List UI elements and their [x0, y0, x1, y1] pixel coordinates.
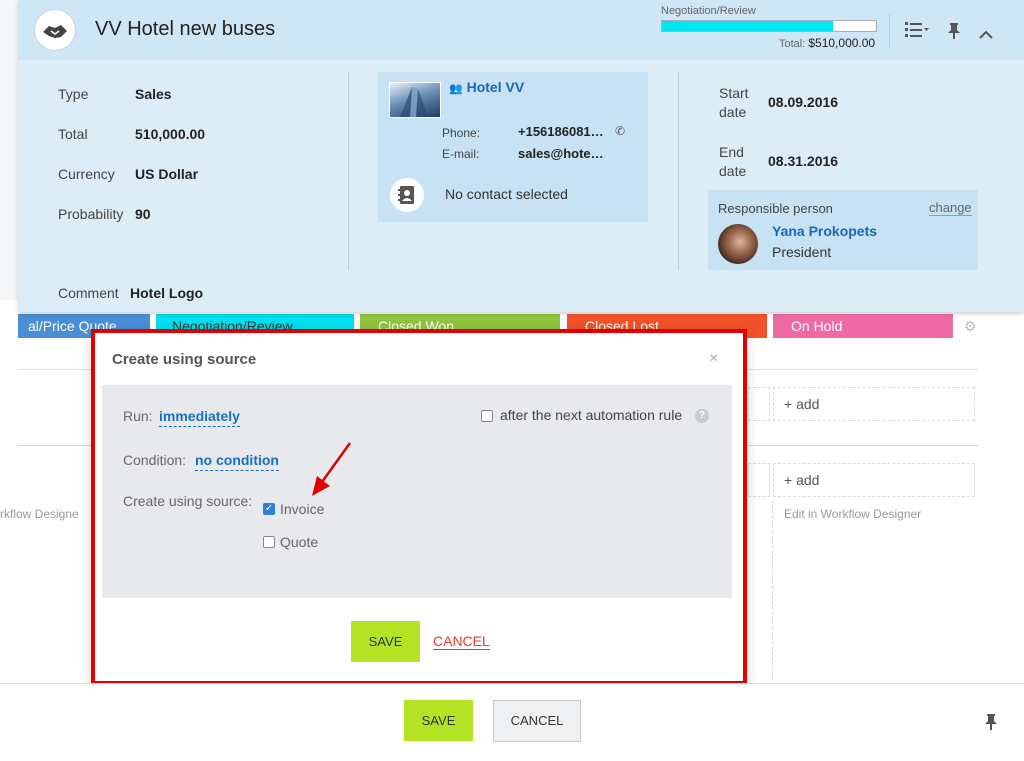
dialog-save-button[interactable]: SAVE: [351, 621, 420, 662]
condition-label: Condition:: [123, 452, 187, 468]
handshake-icon: [34, 9, 76, 51]
email-label: E-mail:: [442, 147, 480, 161]
probability-value: 90: [135, 206, 151, 222]
add-automation-button[interactable]: + add: [773, 387, 975, 421]
edit-in-workflow-designer-link[interactable]: rkflow Designe: [0, 507, 92, 521]
stage-progress-bar: [661, 20, 877, 32]
dialog-cancel-link[interactable]: CANCEL: [433, 633, 490, 650]
stage-settings-gear-icon[interactable]: ⚙: [964, 318, 977, 335]
divider: [889, 14, 890, 48]
current-stage-label: Negotiation/Review: [661, 5, 756, 17]
company-group-icon: 👥: [449, 83, 463, 95]
automation-slot: [748, 463, 770, 497]
start-date-label: Start date: [719, 85, 749, 120]
total-amount: $510,000.00: [808, 36, 876, 50]
condition-dropdown[interactable]: no condition: [195, 452, 279, 471]
type-value: Sales: [135, 86, 172, 102]
pin-icon[interactable]: [947, 22, 961, 45]
company-link[interactable]: 👥 Hotel VV: [449, 79, 524, 95]
footer-cancel-button[interactable]: CANCEL: [493, 700, 581, 742]
run-label: Run:: [123, 408, 153, 424]
progress-fill: [662, 21, 834, 31]
run-timing-dropdown[interactable]: immediately: [159, 408, 240, 427]
total-value: 510,000.00: [135, 126, 206, 142]
dialog-title: Create using source: [112, 351, 257, 368]
probability-label: Probability: [58, 206, 124, 222]
end-date-value: 08.31.2016: [768, 153, 839, 169]
phone-label: Phone:: [442, 126, 481, 140]
comment-label: Comment: [58, 285, 119, 301]
responsible-person-label: Responsible person: [718, 201, 833, 216]
phone-call-icon[interactable]: ✆: [615, 124, 625, 138]
stage-on-hold[interactable]: On Hold: [773, 314, 953, 338]
footer-pin-icon[interactable]: [984, 713, 998, 736]
responsible-person-name[interactable]: Yana Prokopets: [772, 223, 877, 239]
company-photo: [389, 82, 441, 118]
type-label: Type: [58, 86, 89, 102]
quote-checkbox[interactable]: [263, 536, 275, 548]
total-label: Total: [58, 126, 88, 142]
start-date-value: 08.09.2016: [768, 94, 839, 110]
deal-total: Total: $510,000.00: [779, 36, 875, 50]
phone-value[interactable]: +156186081…: [518, 124, 604, 139]
invoice-option-label: Invoice: [280, 501, 325, 517]
invoice-checkbox[interactable]: ✓: [263, 503, 275, 515]
quote-option-label: Quote: [280, 534, 319, 550]
email-value[interactable]: sales@hote…: [518, 146, 604, 161]
create-using-source-label: Create using source:: [123, 493, 253, 509]
currency-label: Currency: [58, 166, 115, 182]
column-separator: [772, 500, 773, 680]
currency-value: US Dollar: [135, 166, 199, 182]
after-next-rule-label: after the next automation rule: [500, 407, 683, 423]
end-date-label: End date: [719, 144, 747, 179]
help-icon[interactable]: ?: [695, 409, 709, 423]
add-automation-button[interactable]: + add: [773, 463, 975, 497]
company-name: Hotel VV: [466, 79, 525, 95]
annotation-arrow-icon: [312, 442, 352, 496]
change-responsible-link[interactable]: change: [929, 200, 972, 216]
automation-slot: [748, 387, 770, 421]
address-book-icon: [390, 178, 424, 212]
avatar: [718, 224, 758, 264]
no-contact-text: No contact selected: [445, 186, 568, 202]
divider: [348, 72, 349, 270]
footer-save-button[interactable]: SAVE: [404, 700, 473, 741]
edit-in-workflow-designer-link[interactable]: Edit in Workflow Designer: [784, 507, 921, 521]
collapse-chevron-icon[interactable]: [978, 24, 994, 45]
deal-title: VV Hotel new buses: [95, 18, 276, 40]
responsible-person-role: President: [772, 244, 832, 260]
after-next-rule-checkbox[interactable]: [481, 410, 493, 422]
divider: [678, 72, 679, 270]
total-prefix: Total:: [779, 38, 806, 50]
comment-value: Hotel Logo: [130, 285, 204, 301]
close-icon[interactable]: ×: [709, 350, 718, 368]
list-view-icon[interactable]: [905, 20, 929, 43]
